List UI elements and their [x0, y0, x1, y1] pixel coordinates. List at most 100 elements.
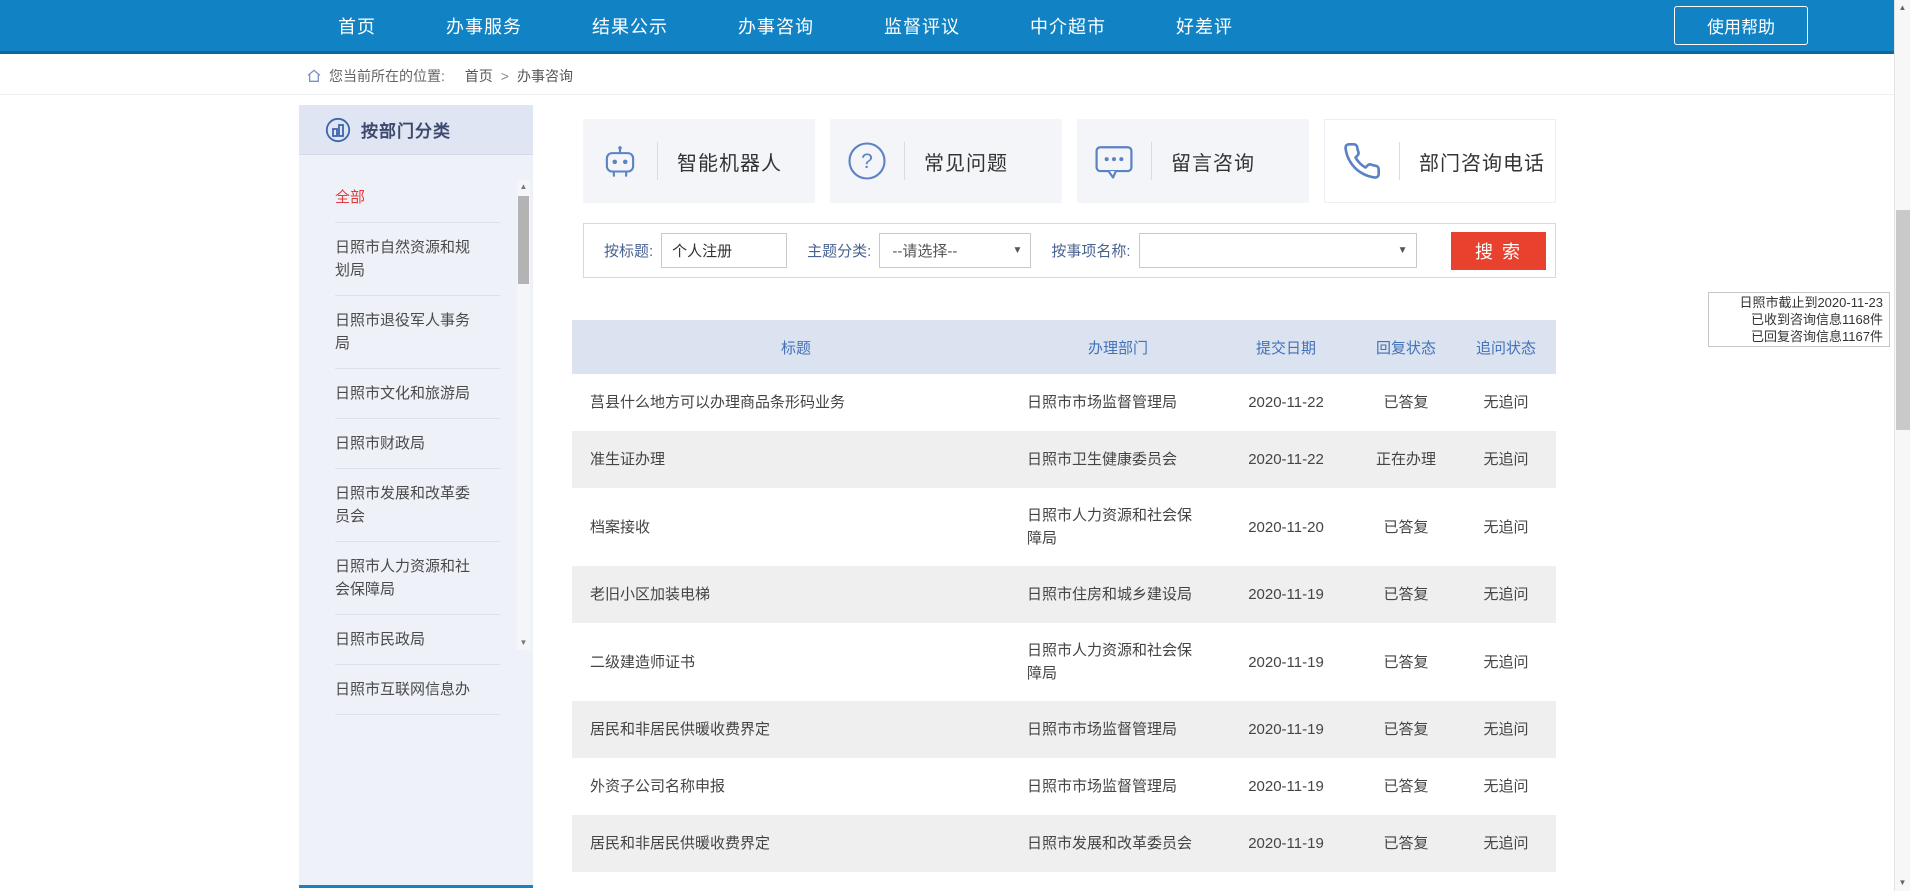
phone-card[interactable]: 部门咨询电话	[1324, 119, 1556, 203]
topic-filter-label: 主题分类:	[807, 240, 871, 261]
row-department: 日照市市场监督管理局	[1020, 375, 1216, 430]
help-button[interactable]: 使用帮助	[1674, 6, 1808, 45]
title-search-input[interactable]	[661, 233, 787, 268]
row-title-link[interactable]: 外资子公司名称申报	[572, 759, 1020, 814]
row-department: 日照市人力资源和社会保障局	[1020, 488, 1216, 566]
nav-item-services[interactable]: 办事服务	[446, 13, 522, 39]
nav-item-home[interactable]: 首页	[338, 13, 376, 39]
row-date: 2020-11-19	[1216, 816, 1356, 871]
stats-line: 日照市截止到2020-11-23	[1715, 294, 1883, 311]
row-followup-status: 无追问	[1456, 500, 1556, 555]
sidebar-item-natural-resources[interactable]: 日照市自然资源和规划局	[335, 223, 500, 296]
topic-select[interactable]: --请选择-- ▼	[879, 233, 1031, 268]
stats-line: 已回复咨询信息1167件	[1715, 328, 1883, 345]
row-date: 2020-11-20	[1216, 500, 1356, 555]
stats-panel: 日照市截止到2020-11-23 已收到咨询信息1168件 已回复咨询信息116…	[1708, 292, 1890, 347]
title-filter-label: 按标题:	[604, 240, 653, 261]
card-label: 常见问题	[924, 147, 1008, 176]
item-name-select[interactable]: ▼	[1139, 233, 1417, 268]
quick-links: 智能机器人 ? 常见问题 留	[583, 119, 1556, 203]
row-date: 2020-11-19	[1216, 635, 1356, 690]
category-icon	[325, 117, 351, 143]
sidebar-scrollbar[interactable]: ▲ ▼	[517, 180, 530, 650]
sidebar-item-finance[interactable]: 日照市财政局	[335, 419, 500, 469]
row-title-link[interactable]: 老旧小区加装电梯	[572, 567, 1020, 622]
sidebar-scroll-down-icon[interactable]: ▼	[517, 636, 530, 650]
table-row: 居民和非居民供暖收费界定 日照市发展和改革委员会 2020-11-19 已答复 …	[572, 815, 1556, 872]
row-title-link[interactable]: 档案接收	[572, 500, 1020, 555]
top-navbar: 首页 办事服务 结果公示 办事咨询 监督评议 中介超市 好差评 使用帮助	[0, 0, 1894, 54]
scroll-thumb[interactable]	[1896, 210, 1910, 430]
row-reply-status: 已答复	[1356, 500, 1456, 555]
home-icon	[306, 68, 322, 84]
breadcrumb: 您当前所在的位置: 首页 > 办事咨询	[0, 57, 1894, 95]
sidebar-item-internet-info[interactable]: 日照市互联网信息办	[335, 665, 500, 715]
chevron-down-icon: ▼	[1012, 245, 1022, 256]
table-row: 居民和非居民供暖收费界定 日照市市场监督管理局 2020-11-19 已答复 无…	[572, 701, 1556, 758]
nav-item-results[interactable]: 结果公示	[592, 13, 668, 39]
sidebar-scroll-up-icon[interactable]: ▲	[517, 180, 530, 194]
row-title-link[interactable]: 二级建造师证书	[572, 635, 1020, 690]
row-title-link[interactable]: 莒县什么地方可以办理商品条形码业务	[572, 375, 1020, 430]
search-bar: 按标题: 主题分类: --请选择-- ▼ 按事项名称: ▼ 搜 索	[583, 223, 1556, 278]
scroll-up-icon[interactable]: ▲	[1895, 0, 1910, 16]
sidebar-item-all[interactable]: 全部	[335, 173, 500, 223]
page-scrollbar[interactable]: ▲ ▼	[1894, 0, 1910, 891]
header-title: 标题	[572, 337, 1020, 358]
row-date: 2020-11-19	[1216, 759, 1356, 814]
sidebar-item-development-reform[interactable]: 日照市发展和改革委员会	[335, 469, 500, 542]
faq-card[interactable]: ? 常见问题	[830, 119, 1062, 203]
row-title-link[interactable]: 居民和非居民供暖收费界定	[572, 702, 1020, 757]
sidebar-item-culture-tourism[interactable]: 日照市文化和旅游局	[335, 369, 500, 419]
breadcrumb-separator: >	[501, 68, 509, 84]
card-divider	[1399, 142, 1400, 180]
table-row: 老旧小区加装电梯 日照市住房和城乡建设局 2020-11-19 已答复 无追问	[572, 566, 1556, 623]
row-title-link[interactable]: 居民和非居民供暖收费界定	[572, 816, 1020, 871]
row-title-link[interactable]: 准生证办理	[572, 432, 1020, 487]
card-label: 部门咨询电话	[1419, 147, 1545, 176]
row-reply-status: 已答复	[1356, 816, 1456, 871]
row-followup-status: 无追问	[1456, 702, 1556, 757]
nav-item-intermediary[interactable]: 中介超市	[1030, 13, 1106, 39]
table-row: 档案接收 日照市人力资源和社会保障局 2020-11-20 已答复 无追问	[572, 488, 1556, 566]
breadcrumb-home-link[interactable]: 首页	[465, 66, 493, 86]
card-label: 留言咨询	[1171, 147, 1255, 176]
table-header-row: 标题 办理部门 提交日期 回复状态 追问状态	[572, 320, 1556, 374]
header-department: 办理部门	[1020, 337, 1216, 358]
row-followup-status: 无追问	[1456, 375, 1556, 430]
robot-card[interactable]: 智能机器人	[583, 119, 815, 203]
question-icon: ?	[830, 140, 904, 182]
row-followup-status: 无追问	[1456, 759, 1556, 814]
row-followup-status: 无追问	[1456, 635, 1556, 690]
table-row: 莒县什么地方可以办理商品条形码业务 日照市市场监督管理局 2020-11-22 …	[572, 374, 1556, 431]
sidebar-scroll-thumb[interactable]	[518, 196, 529, 284]
department-sidebar: 按部门分类 全部 日照市自然资源和规划局 日照市退役军人事务局 日照市文化和旅游…	[299, 105, 533, 888]
row-followup-status: 无追问	[1456, 816, 1556, 871]
breadcrumb-prefix: 您当前所在的位置:	[329, 66, 445, 86]
row-reply-status: 已答复	[1356, 635, 1456, 690]
nav-item-rating[interactable]: 好差评	[1176, 13, 1233, 39]
sidebar-item-human-resources[interactable]: 日照市人力资源和社会保障局	[335, 542, 500, 615]
sidebar-list: 全部 日照市自然资源和规划局 日照市退役军人事务局 日照市文化和旅游局 日照市财…	[299, 155, 533, 715]
header-followup-status: 追问状态	[1456, 337, 1556, 358]
row-reply-status: 已答复	[1356, 759, 1456, 814]
row-reply-status: 正在办理	[1356, 432, 1456, 487]
svg-text:?: ?	[861, 150, 873, 173]
sidebar-item-veterans-affairs[interactable]: 日照市退役军人事务局	[335, 296, 500, 369]
scroll-down-icon[interactable]: ▼	[1895, 875, 1910, 891]
row-department: 日照市卫生健康委员会	[1020, 432, 1216, 487]
row-followup-status: 无追问	[1456, 432, 1556, 487]
card-label: 智能机器人	[677, 147, 782, 176]
sidebar-item-civil-affairs[interactable]: 日照市民政局	[335, 615, 500, 665]
search-button[interactable]: 搜 索	[1451, 232, 1546, 270]
card-divider	[657, 142, 658, 180]
page: 首页 办事服务 结果公示 办事咨询 监督评议 中介超市 好差评 使用帮助 您当前…	[0, 0, 1910, 891]
consultation-table: 标题 办理部门 提交日期 回复状态 追问状态 莒县什么地方可以办理商品条形码业务…	[572, 320, 1556, 872]
nav-item-consultation[interactable]: 办事咨询	[738, 13, 814, 39]
breadcrumb-current: 办事咨询	[517, 66, 573, 86]
message-card[interactable]: 留言咨询	[1077, 119, 1309, 203]
row-department: 日照市发展和改革委员会	[1020, 816, 1216, 871]
nav-item-supervision[interactable]: 监督评议	[884, 13, 960, 39]
table-row: 外资子公司名称申报 日照市市场监督管理局 2020-11-19 已答复 无追问	[572, 758, 1556, 815]
table-row: 二级建造师证书 日照市人力资源和社会保障局 2020-11-19 已答复 无追问	[572, 623, 1556, 701]
